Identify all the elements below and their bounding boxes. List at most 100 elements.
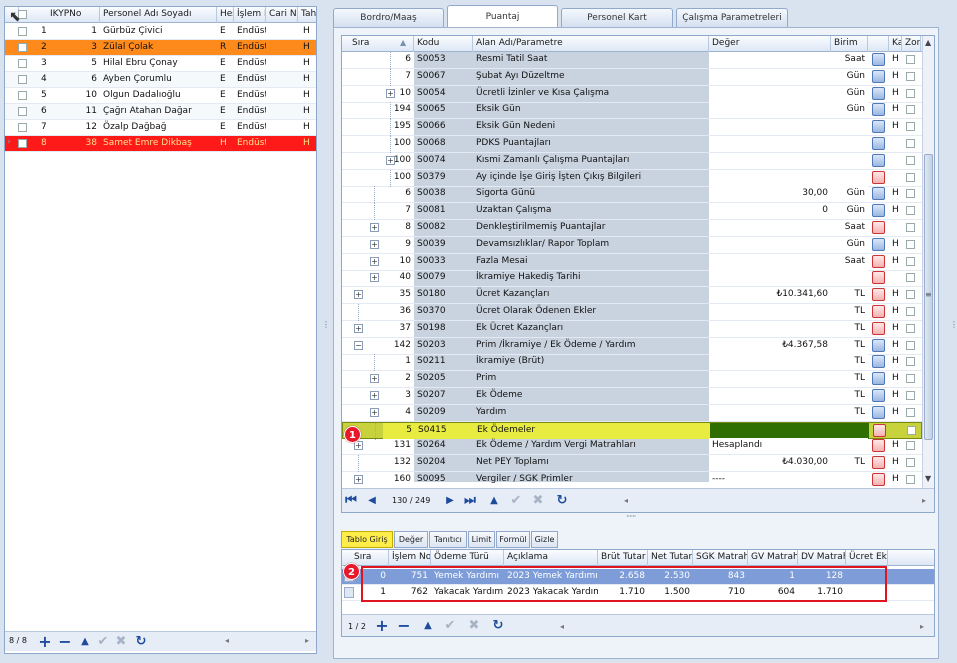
up-icon[interactable]: ▲ xyxy=(77,634,93,649)
row-deger[interactable] xyxy=(709,220,831,236)
expand-icon[interactable]: + xyxy=(370,391,379,400)
header-alan[interactable]: Alan Adı/Parametre xyxy=(473,36,709,52)
row-zor-checkbox[interactable] xyxy=(906,323,915,333)
row-zor-checkbox[interactable] xyxy=(906,122,915,132)
hscroll-left-icon[interactable]: ◂ xyxy=(560,622,564,631)
edit-form-icon[interactable] xyxy=(872,372,885,386)
row-deger[interactable] xyxy=(709,152,831,169)
splitter-grip-right[interactable]: ⋮ xyxy=(950,320,957,329)
expand-icon[interactable]: + xyxy=(370,273,379,283)
row-zor-checkbox[interactable] xyxy=(906,340,915,350)
parameter-row[interactable]: 7 S0081 Uzaktan Çalışma 0 Gün H xyxy=(342,203,922,221)
cancel-icon[interactable]: ✖ xyxy=(466,618,482,633)
row-deger[interactable]: 0 xyxy=(709,203,831,220)
ok-icon[interactable]: ✔ xyxy=(442,618,458,633)
edit-form-icon[interactable] xyxy=(872,405,885,419)
personnel-row[interactable]: 7 12 Özalp Dağbağ E Endüst H xyxy=(5,120,316,136)
row-zor-checkbox[interactable] xyxy=(906,105,915,115)
tab-bordro-maas[interactable]: Bordro/Maaş xyxy=(333,8,444,27)
personnel-row[interactable]: 5 10 Olgun Dadalıoğlu E Endüst H xyxy=(5,88,316,104)
row-zor-checkbox[interactable] xyxy=(906,458,915,468)
edit-form-icon[interactable] xyxy=(872,53,885,66)
add-icon[interactable]: + xyxy=(37,634,53,650)
calculator-icon[interactable] xyxy=(872,473,885,486)
header-sub-gv[interactable]: GV Matrah xyxy=(748,550,798,566)
refresh-icon[interactable]: ↻ xyxy=(554,493,570,508)
calculator-icon[interactable] xyxy=(872,456,885,470)
calculator-icon[interactable] xyxy=(872,254,885,268)
parameter-row[interactable]: 195 S0066 Eksik Gün Nedeni H xyxy=(342,119,922,137)
subtab-deger[interactable]: Değer xyxy=(394,531,428,548)
row-zor-checkbox[interactable] xyxy=(906,223,915,232)
personnel-row[interactable]: 2 3 Zülal Çolak R Endüst H xyxy=(5,40,316,56)
row-deger[interactable] xyxy=(710,422,832,439)
subtab-tanitici[interactable]: Tanıtıcı xyxy=(429,531,467,548)
personnel-row[interactable]: 1 1 Gürbüz Çivici E Endüst H xyxy=(5,24,316,40)
ok-icon[interactable]: ✔ xyxy=(508,493,524,508)
edit-form-icon[interactable] xyxy=(872,187,885,201)
header-name[interactable]: Personel Adı Soyadı xyxy=(100,7,217,23)
header-islem[interactable]: İşlem N xyxy=(234,7,266,23)
edit-form-icon[interactable] xyxy=(872,355,885,369)
personnel-row[interactable]: 6 11 Çağrı Atahan Dağar E Endüst H xyxy=(5,104,316,120)
row-zor-checkbox[interactable] xyxy=(906,441,915,451)
header-sub-tur[interactable]: Ödeme Türü xyxy=(431,550,504,566)
row-deger[interactable] xyxy=(709,270,831,287)
calculator-icon[interactable] xyxy=(872,271,885,285)
expand-icon[interactable]: + xyxy=(370,374,379,384)
ok-icon[interactable]: ✔ xyxy=(95,634,111,649)
calculator-icon[interactable] xyxy=(873,423,886,437)
parameter-row[interactable]: 7 S0067 Şubat Ayı Düzeltme Gün H xyxy=(342,68,922,86)
calculator-icon[interactable] xyxy=(872,288,885,302)
hscroll-left-icon[interactable]: ◂ xyxy=(225,636,229,645)
header-ikypno[interactable]: IKYPNo xyxy=(47,7,100,23)
parameter-vscroll[interactable]: ▲ ≡ ▼ xyxy=(922,36,934,488)
scroll-down-icon[interactable]: ▼ xyxy=(925,474,931,483)
row-deger[interactable]: ---- xyxy=(709,472,831,488)
edit-form-icon[interactable] xyxy=(872,204,885,218)
up-icon[interactable]: ▲ xyxy=(486,493,502,508)
row-zor-checkbox[interactable] xyxy=(906,273,915,283)
expand-icon[interactable]: + xyxy=(354,290,363,300)
parameter-row[interactable]: 132 S0204 Net PEY Toplamı ₺4.030,00 TL H xyxy=(342,455,922,473)
edit-form-icon[interactable] xyxy=(872,86,885,100)
tab-calisma-parametreleri[interactable]: Çalışma Parametreleri xyxy=(676,8,788,27)
row-zor-checkbox[interactable] xyxy=(906,407,915,417)
header-tah[interactable]: Tah xyxy=(298,7,316,23)
row-zor-checkbox[interactable] xyxy=(906,391,915,400)
up-icon[interactable]: ▲ xyxy=(420,618,436,633)
collapse-icon[interactable]: − xyxy=(354,340,363,350)
edit-form-icon[interactable] xyxy=(872,153,885,167)
subtab-gizle[interactable]: Gizle xyxy=(531,531,558,548)
panel-grip[interactable]: ······ xyxy=(626,512,636,521)
row-selector[interactable] xyxy=(344,587,354,598)
row-checkbox[interactable] xyxy=(18,107,27,116)
parameter-row[interactable]: +2 S0205 Prim TL H xyxy=(342,371,922,389)
header-hes[interactable]: Hes xyxy=(217,7,234,23)
header-zor[interactable]: Zor xyxy=(902,36,921,52)
header-sub-islem[interactable]: İşlem No xyxy=(389,550,431,566)
next-record-icon[interactable]: ▶ xyxy=(442,493,458,508)
row-deger[interactable]: ₺4.030,00 xyxy=(709,455,831,472)
scroll-up-icon[interactable]: ▲ xyxy=(925,38,931,47)
row-zor-checkbox[interactable] xyxy=(906,139,915,148)
prev-record-icon[interactable]: ◀ xyxy=(364,493,380,508)
refresh-icon[interactable]: ↻ xyxy=(490,618,506,633)
parameter-row[interactable]: +4 S0209 Yardım TL H xyxy=(342,404,922,422)
parameter-row[interactable]: 100 S0379 Ay içinde İşe Giriş İşten Çıkış … xyxy=(342,169,922,187)
hscroll-left-icon[interactable]: ◂ xyxy=(624,496,628,505)
parameter-row[interactable]: 194 S0065 Eksik Gün Gün H xyxy=(342,102,922,120)
row-zor-checkbox[interactable] xyxy=(906,55,915,64)
row-checkbox[interactable] xyxy=(18,59,27,68)
header-sub-brut[interactable]: Brüt Tutar xyxy=(598,550,648,566)
edit-form-icon[interactable] xyxy=(872,338,885,352)
row-deger[interactable]: ₺4.367,58 xyxy=(709,337,831,354)
row-zor-checkbox[interactable] xyxy=(906,239,915,249)
personnel-row[interactable]: › 8 38 Samet Emre Dikbaş H Endüst H xyxy=(5,136,316,152)
first-record-icon[interactable]: ⏮ xyxy=(343,493,359,508)
row-zor-checkbox[interactable] xyxy=(906,189,915,199)
parameter-row[interactable]: +8 S0082 Denkleştirilmemiş Puantajlar Saat xyxy=(342,220,922,237)
hscroll-right-icon[interactable]: ▸ xyxy=(920,622,924,631)
parameter-row[interactable]: − 142 S0203 Prim /İkramiye / Ek Ödeme / Yar… xyxy=(342,337,922,355)
header-sub-aciklama[interactable]: Açıklama xyxy=(504,550,598,566)
